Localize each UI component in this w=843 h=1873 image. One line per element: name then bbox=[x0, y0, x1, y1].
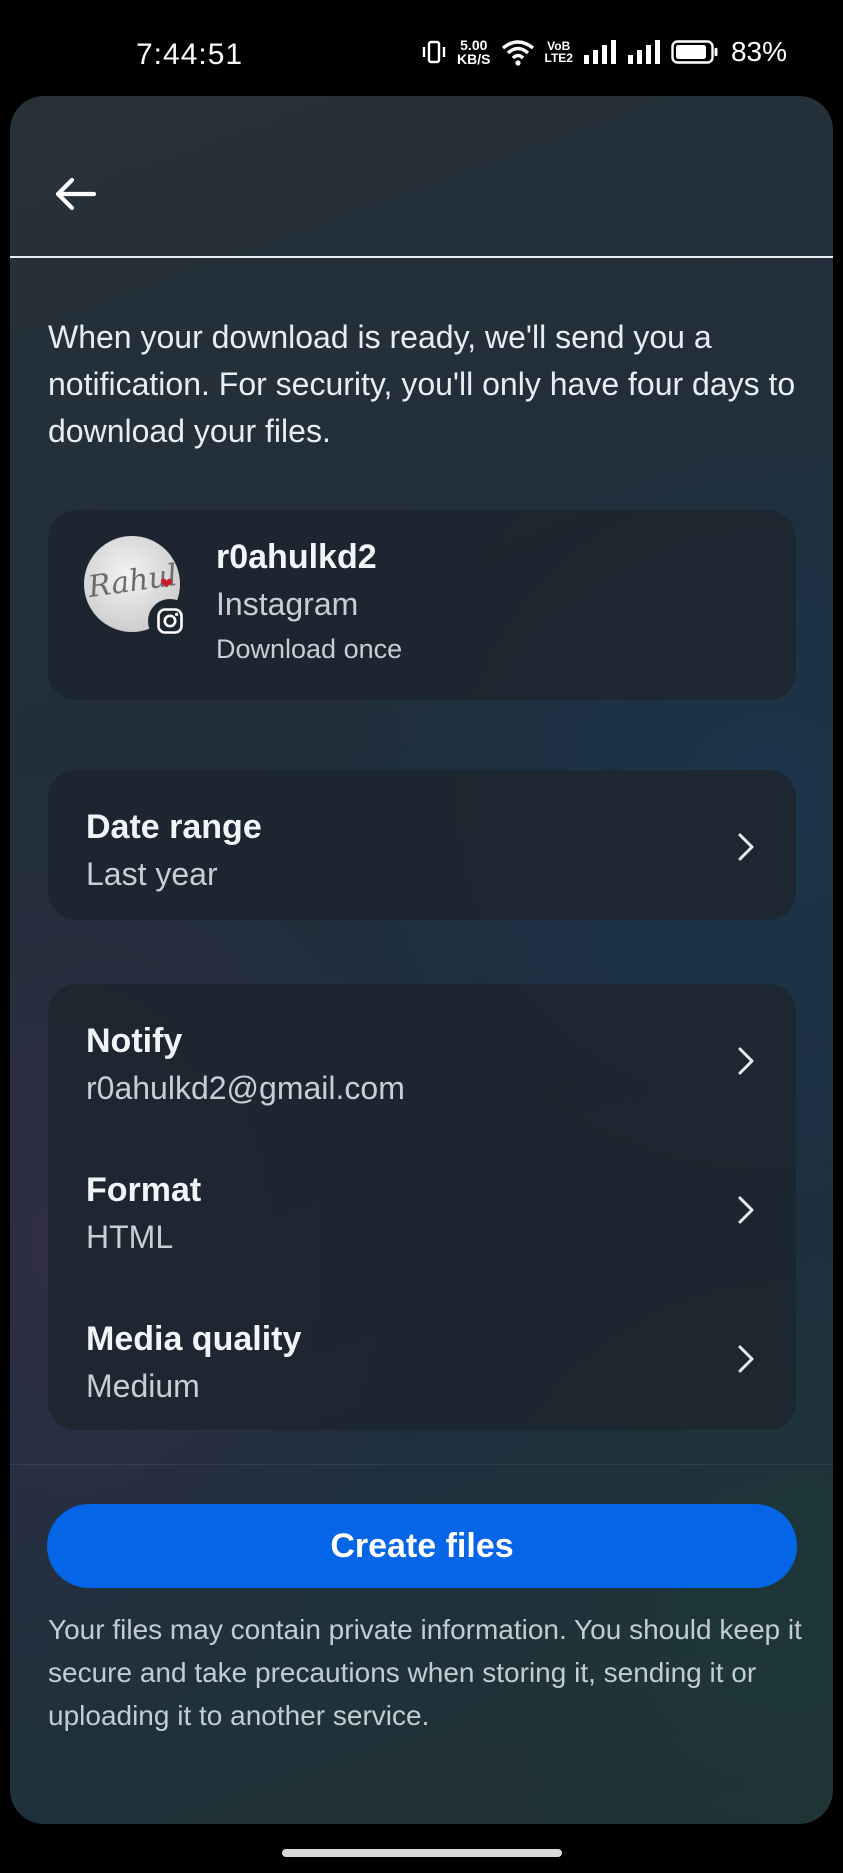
home-indicator[interactable] bbox=[282, 1849, 562, 1857]
date-range-row[interactable]: Date range Last year bbox=[48, 780, 796, 910]
signal-icon-sim1 bbox=[583, 39, 617, 65]
status-bar: 7:44:51 5.00 KB/S VoB LTE2 83% bbox=[0, 0, 843, 96]
date-range-card: Date range Last year bbox=[48, 770, 796, 920]
download-sheet: When your download is ready, we'll send … bbox=[10, 96, 833, 1824]
privacy-disclaimer: Your files may contain private informati… bbox=[48, 1614, 802, 1731]
date-range-value: Last year bbox=[86, 856, 218, 892]
wifi-icon bbox=[501, 38, 535, 66]
settings-card: Notify r0ahulkd2@gmail.com Format HTML M… bbox=[48, 984, 796, 1430]
vibrate-icon bbox=[421, 39, 447, 65]
date-range-title: Date range bbox=[86, 808, 262, 846]
notify-value: r0ahulkd2@gmail.com bbox=[86, 1070, 405, 1106]
account-card: Rahul ❤ r0ahulkd2 Instagram Download onc… bbox=[48, 510, 796, 700]
media-quality-row[interactable]: Media quality Medium bbox=[48, 1292, 796, 1422]
network-speed: 5.00 KB/S bbox=[457, 37, 491, 67]
status-time: 7:44:51 bbox=[136, 38, 244, 71]
footer-divider bbox=[10, 1464, 833, 1465]
account-username: r0ahulkd2 bbox=[216, 538, 377, 576]
chevron-right-icon bbox=[738, 1345, 754, 1373]
volte-indicator: VoB LTE2 bbox=[544, 39, 573, 65]
chevron-right-icon bbox=[738, 1196, 754, 1224]
notify-title: Notify bbox=[86, 1022, 183, 1060]
intro-text: When your download is ready, we'll send … bbox=[48, 319, 796, 449]
signal-icon-sim2 bbox=[627, 39, 661, 65]
download-mode: Download once bbox=[216, 634, 403, 664]
status-icons: 5.00 KB/S VoB LTE2 83% bbox=[421, 36, 787, 68]
media-quality-title: Media quality bbox=[86, 1320, 302, 1358]
notify-row[interactable]: Notify r0ahulkd2@gmail.com bbox=[48, 994, 796, 1124]
instagram-badge bbox=[148, 599, 192, 643]
battery-icon bbox=[671, 39, 719, 65]
heart-icon: ❤ bbox=[160, 576, 174, 593]
chevron-right-icon bbox=[738, 833, 754, 861]
chevron-right-icon bbox=[738, 1047, 754, 1075]
back-arrow-icon bbox=[55, 177, 97, 211]
back-button[interactable] bbox=[46, 170, 106, 218]
battery-percent: 83% bbox=[730, 36, 787, 67]
format-row[interactable]: Format HTML bbox=[48, 1143, 796, 1273]
create-files-button[interactable]: Create files bbox=[47, 1504, 797, 1588]
account-platform: Instagram bbox=[216, 586, 359, 622]
format-value: HTML bbox=[86, 1219, 174, 1255]
header bbox=[10, 96, 833, 258]
format-title: Format bbox=[86, 1171, 202, 1209]
instagram-icon bbox=[157, 608, 183, 634]
media-quality-value: Medium bbox=[86, 1368, 200, 1404]
